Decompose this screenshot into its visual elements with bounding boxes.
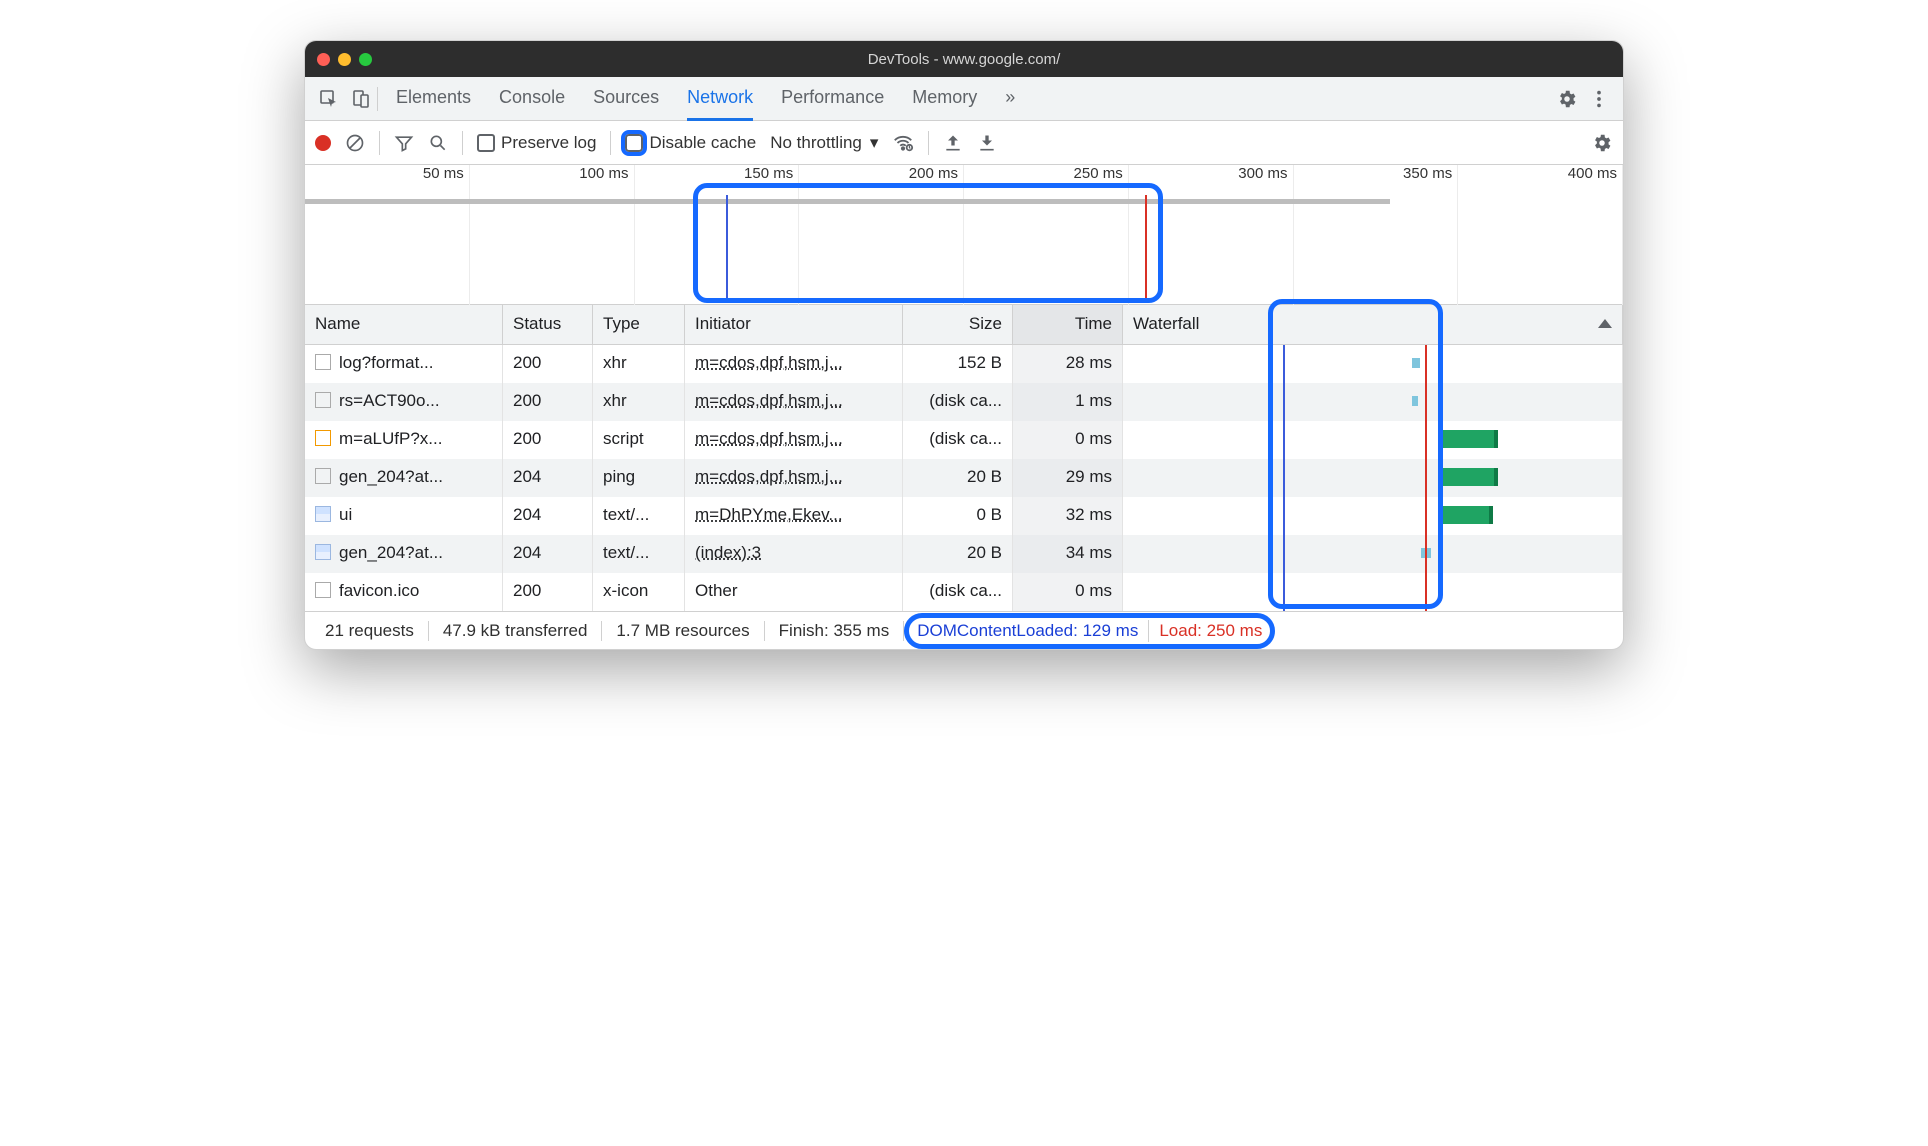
preserve-log-checkbox[interactable]: Preserve log (477, 133, 596, 153)
file-icon (315, 544, 331, 560)
status-requests: 21 requests (311, 621, 429, 641)
table-row[interactable]: log?format...200xhrm=cdos,dpf,hsm,j...15… (305, 345, 1623, 383)
table-row[interactable]: ui204text/...m=DhPYme,Ekev...0 B32 ms (305, 497, 1623, 535)
annotation-highlight (693, 183, 1163, 303)
settings-gear-icon[interactable] (1591, 132, 1613, 154)
filter-icon[interactable] (394, 133, 414, 153)
titlebar: DevTools - www.google.com/ (305, 41, 1623, 77)
status-dcl: DOMContentLoaded: 129 ms (917, 621, 1138, 641)
overview-timeline[interactable]: 50 ms 100 ms 150 ms 200 ms 250 ms 300 ms… (305, 165, 1623, 305)
file-icon (315, 354, 331, 370)
sort-indicator-icon (1598, 319, 1612, 328)
status-bar: 21 requests 47.9 kB transferred 1.7 MB r… (305, 611, 1623, 649)
tab-performance[interactable]: Performance (781, 77, 884, 120)
throttling-select[interactable]: No throttling ▾ (770, 133, 878, 153)
file-icon (315, 430, 331, 446)
header-time[interactable]: Time (1013, 305, 1123, 344)
divider (379, 131, 380, 155)
status-transferred: 47.9 kB transferred (429, 621, 603, 641)
table-row[interactable]: gen_204?at...204text/...(index):320 B34 … (305, 535, 1623, 573)
table-row[interactable]: m=aLUfP?x...200scriptm=cdos,dpf,hsm,j...… (305, 421, 1623, 459)
table-row[interactable]: gen_204?at...204pingm=cdos,dpf,hsm,j...2… (305, 459, 1623, 497)
tab-sources[interactable]: Sources (593, 77, 659, 120)
tab-more[interactable]: » (1005, 77, 1015, 120)
tab-bar: Elements Console Sources Network Perform… (305, 77, 1623, 121)
disable-cache-checkbox[interactable]: Disable cache (625, 133, 756, 153)
clear-icon[interactable] (345, 133, 365, 153)
table-row[interactable]: favicon.ico200x-iconOther(disk ca...0 ms (305, 573, 1623, 611)
tab-memory[interactable]: Memory (912, 77, 977, 120)
file-icon (315, 506, 331, 522)
header-waterfall[interactable]: Waterfall (1123, 305, 1623, 344)
status-finish: Finish: 355 ms (765, 621, 905, 641)
divider (610, 131, 611, 155)
divider (462, 131, 463, 155)
download-icon[interactable] (977, 133, 997, 153)
table-headers: Name Status Type Initiator Size Time Wat… (305, 305, 1623, 345)
file-icon (315, 468, 331, 484)
network-toolbar: Preserve log Disable cache No throttling… (305, 121, 1623, 165)
table-body-wrap: log?format...200xhrm=cdos,dpf,hsm,j...15… (305, 345, 1623, 611)
dcl-marker (726, 195, 728, 298)
network-conditions-icon[interactable] (892, 132, 914, 154)
load-marker (1145, 195, 1147, 298)
window-title: DevTools - www.google.com/ (305, 51, 1623, 68)
divider (377, 87, 378, 111)
tab-elements[interactable]: Elements (396, 77, 471, 120)
divider (928, 131, 929, 155)
status-resources: 1.7 MB resources (602, 621, 764, 641)
header-initiator[interactable]: Initiator (685, 305, 903, 344)
tab-console[interactable]: Console (499, 77, 565, 120)
tab-network[interactable]: Network (687, 77, 753, 121)
file-icon (315, 392, 331, 408)
file-icon (315, 582, 331, 598)
inspect-icon[interactable] (313, 83, 345, 115)
header-type[interactable]: Type (593, 305, 685, 344)
upload-icon[interactable] (943, 133, 963, 153)
status-highlight: DOMContentLoaded: 129 ms Load: 250 ms (904, 613, 1275, 649)
search-icon[interactable] (428, 133, 448, 153)
device-toggle-icon[interactable] (345, 83, 377, 115)
kebab-icon[interactable] (1583, 83, 1615, 115)
header-name[interactable]: Name (305, 305, 503, 344)
settings-icon[interactable] (1551, 83, 1583, 115)
record-button[interactable] (315, 135, 331, 151)
devtools-window: DevTools - www.google.com/ Elements Cons… (304, 40, 1624, 650)
chevron-down-icon: ▾ (870, 133, 879, 153)
request-rows: log?format...200xhrm=cdos,dpf,hsm,j...15… (305, 345, 1623, 611)
header-status[interactable]: Status (503, 305, 593, 344)
header-size[interactable]: Size (903, 305, 1013, 344)
panel-tabs: Elements Console Sources Network Perform… (396, 77, 1015, 120)
table-row[interactable]: rs=ACT90o...200xhrm=cdos,dpf,hsm,j...(di… (305, 383, 1623, 421)
status-load: Load: 250 ms (1159, 621, 1262, 641)
